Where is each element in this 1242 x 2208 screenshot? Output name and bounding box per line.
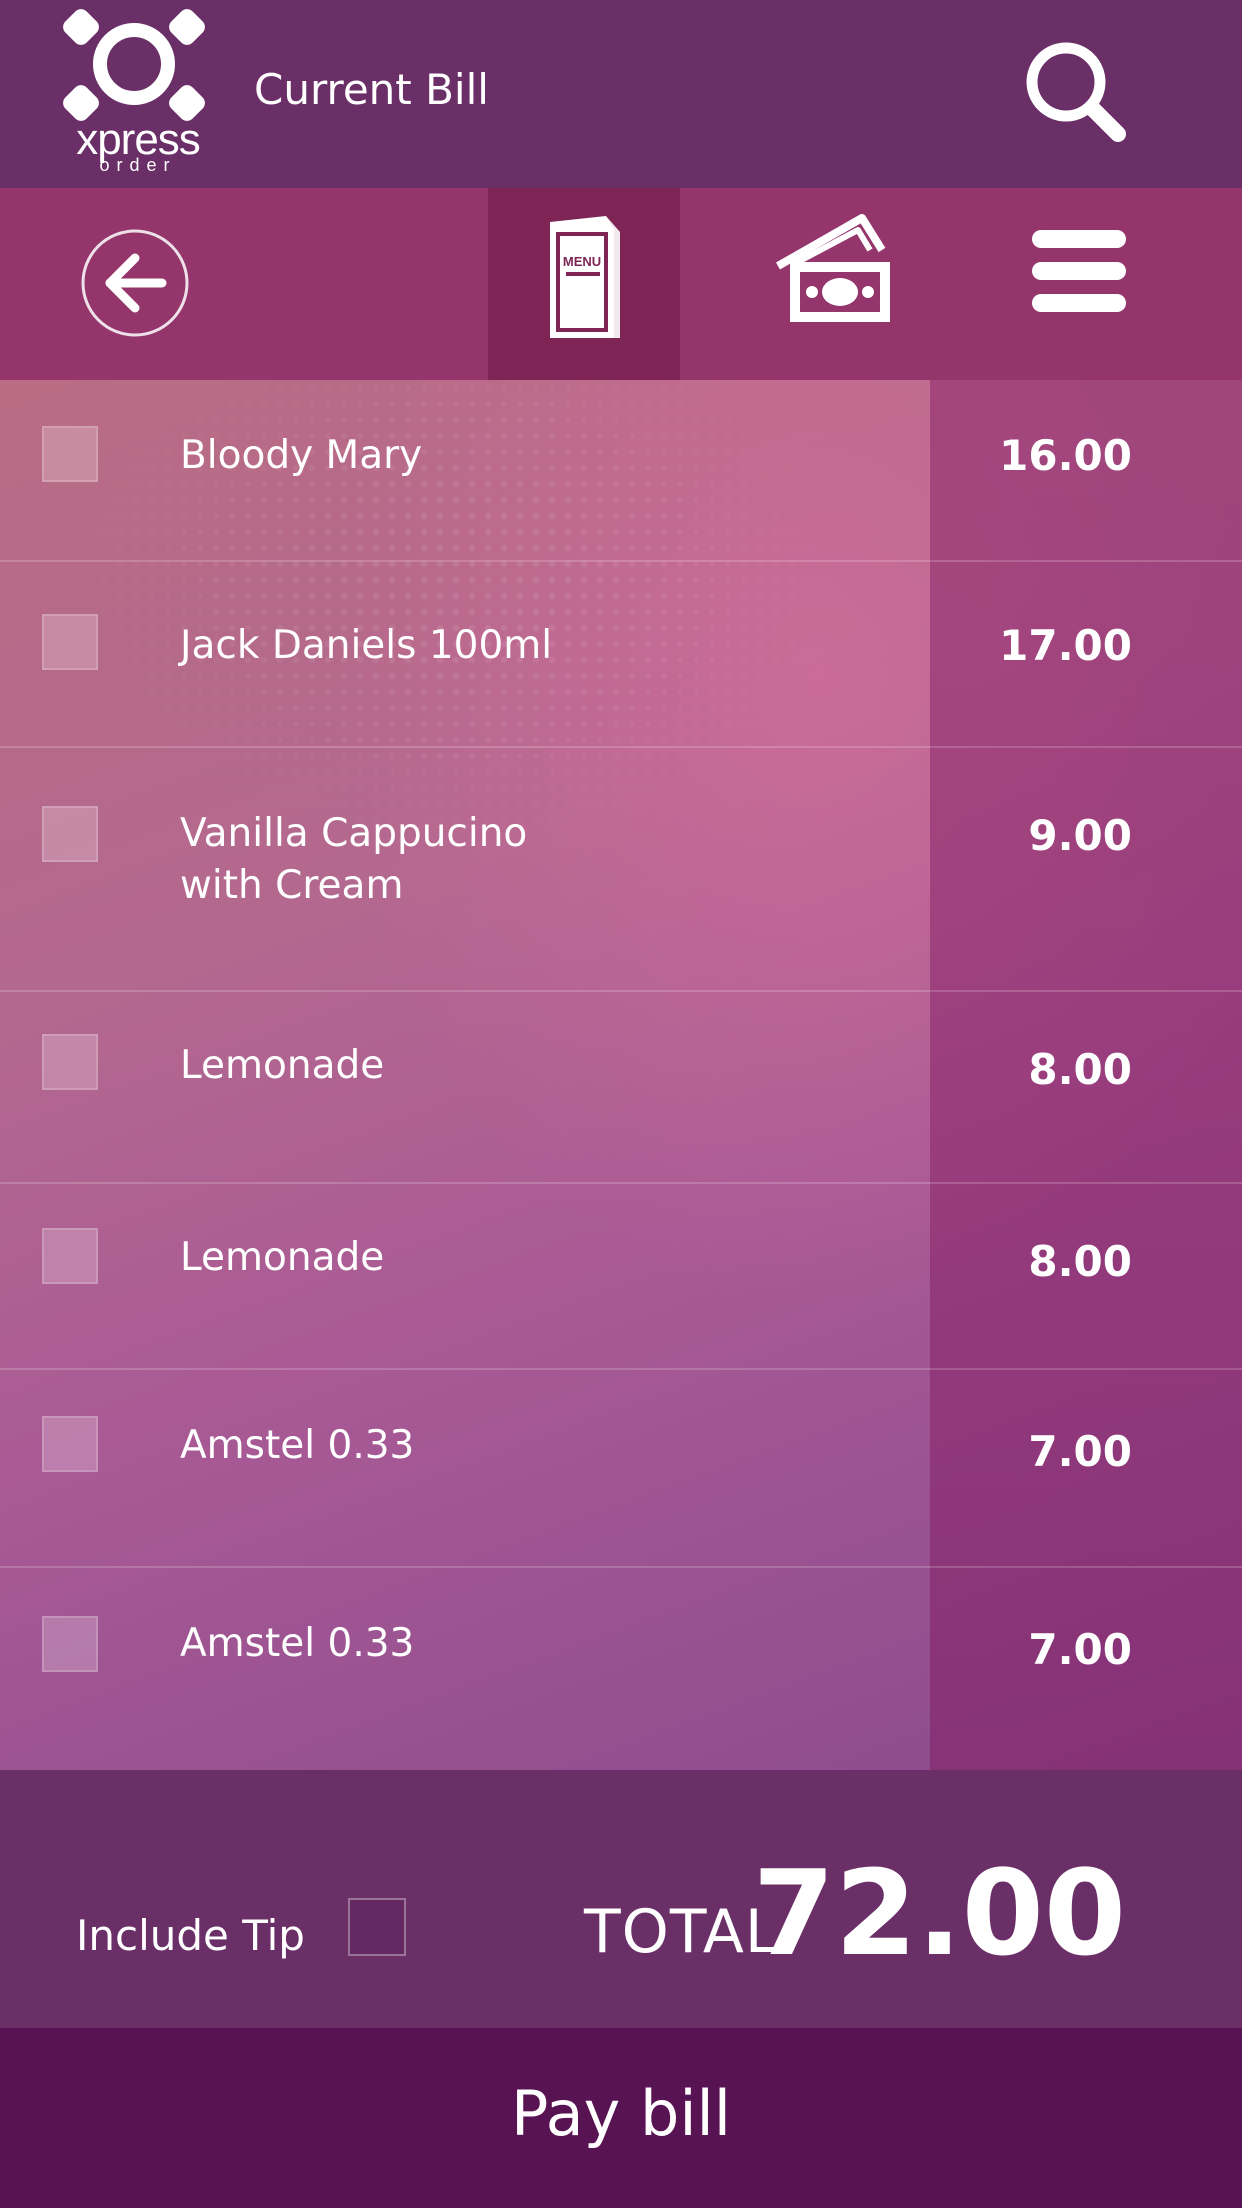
search-button[interactable]: [1010, 30, 1150, 160]
item-checkbox[interactable]: [42, 806, 98, 862]
search-icon: [1026, 42, 1126, 142]
item-name: Lemonade: [180, 1043, 385, 1088]
cash-icon: [776, 214, 890, 322]
item-price: 7.00: [1028, 1427, 1132, 1476]
list-item: Amstel 0.33 7.00: [0, 1568, 1242, 1770]
include-tip-checkbox[interactable]: [348, 1898, 406, 1956]
item-name: Vanilla Cappucino with Cream: [180, 811, 528, 908]
item-checkbox[interactable]: [42, 614, 98, 670]
total-amount: 72.00: [752, 1844, 1126, 1982]
bill-summary: Include Tip TOTAL 72.00: [0, 1770, 1242, 2028]
item-name: Amstel 0.33: [180, 1621, 415, 1666]
tab-menu[interactable]: MENU: [488, 188, 680, 380]
item-price: 8.00: [1028, 1237, 1132, 1286]
toolbar: MENU: [0, 188, 1242, 380]
item-price: 8.00: [1028, 1045, 1132, 1094]
menu-card-icon: MENU: [550, 216, 620, 338]
page-title: Current Bill: [254, 65, 489, 114]
list-item: Lemonade 8.00: [0, 992, 1242, 1184]
item-checkbox[interactable]: [42, 1034, 98, 1090]
item-name: Lemonade: [180, 1235, 385, 1280]
list-item: Amstel 0.33 7.00: [0, 1370, 1242, 1568]
back-arrow-icon: [81, 229, 189, 337]
item-checkbox[interactable]: [42, 1416, 98, 1472]
hamburger-icon: [1032, 230, 1126, 312]
list-item: Bloody Mary 16.00: [0, 380, 1242, 562]
include-tip-label: Include Tip: [76, 1911, 305, 1960]
total-label: TOTAL: [584, 1897, 780, 1967]
item-price: 17.00: [999, 621, 1132, 670]
logo-subtitle: order: [99, 155, 177, 175]
item-name: Amstel 0.33: [180, 1423, 415, 1468]
item-checkbox[interactable]: [42, 426, 98, 482]
list-item: Lemonade 8.00: [0, 1184, 1242, 1370]
menu-card-text: MENU: [563, 254, 601, 269]
back-button[interactable]: [40, 188, 230, 380]
xpress-order-logo: xpress order: [60, 4, 216, 174]
item-name: Jack Daniels 100ml: [180, 623, 553, 668]
app-header: xpress order Current Bill: [0, 0, 1242, 188]
item-price: 16.00: [999, 431, 1132, 480]
item-price: 9.00: [1028, 811, 1132, 860]
bill-items-list: Bloody Mary 16.00 Jack Daniels 100ml 17.…: [0, 380, 1242, 1770]
list-item: Jack Daniels 100ml 17.00: [0, 562, 1242, 748]
pay-bill-button[interactable]: Pay bill: [0, 2028, 1242, 2208]
item-price: 7.00: [1028, 1625, 1132, 1674]
tab-pay-cash[interactable]: [750, 188, 920, 380]
hamburger-menu-button[interactable]: [1010, 188, 1150, 380]
item-checkbox[interactable]: [42, 1616, 98, 1672]
item-checkbox[interactable]: [42, 1228, 98, 1284]
list-item: Vanilla Cappucino with Cream 9.00: [0, 748, 1242, 992]
item-name: Bloody Mary: [180, 433, 423, 478]
